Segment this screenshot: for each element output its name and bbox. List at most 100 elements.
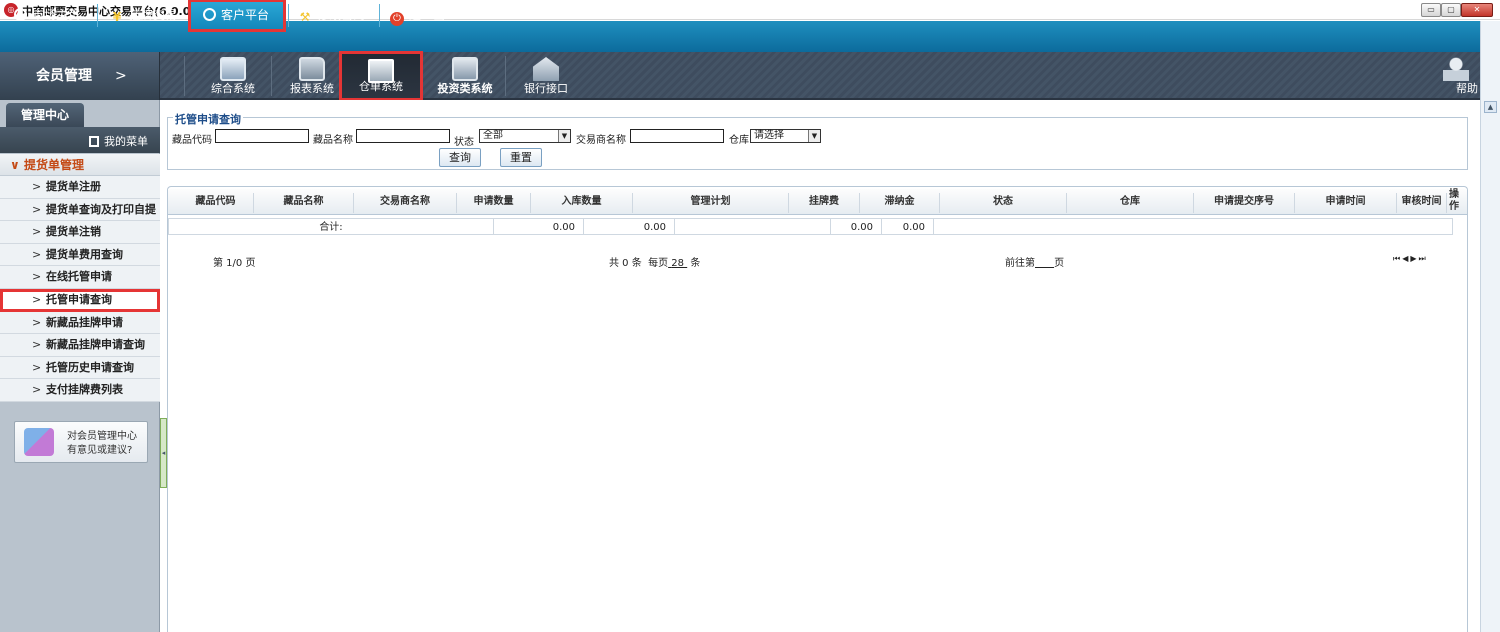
warehouse-label: 仓库 bbox=[729, 135, 749, 146]
toolbar-bank-interface-label: 银行接口 bbox=[524, 82, 568, 95]
nav-separator bbox=[379, 4, 380, 27]
summary-label: 合计: bbox=[168, 218, 494, 235]
toolbar-general-system-label: 综合系统 bbox=[211, 82, 255, 95]
stamp-name-input[interactable] bbox=[356, 129, 450, 143]
bank-icon bbox=[533, 57, 559, 81]
pager-nav-buttons[interactable]: ⏮◀▶⏭ bbox=[1393, 254, 1428, 264]
nav-client-platform[interactable]: 客户平台 bbox=[188, 0, 286, 32]
sidebar-item-listing-fee-payment-list[interactable]: > 支付挂牌费列表 bbox=[0, 379, 160, 402]
refresh-circle-icon bbox=[14, 8, 27, 21]
trader-name-input[interactable] bbox=[630, 129, 724, 143]
sidebar-item-delivery-register[interactable]: > 提货单注册 bbox=[0, 176, 160, 199]
stamp-code-input[interactable] bbox=[215, 129, 309, 143]
toolbar-investment-system[interactable]: 投资类系统 bbox=[430, 52, 500, 100]
sidebar-item-delivery-query-print[interactable]: > 提货单查询及打印自提 bbox=[0, 198, 160, 222]
toolbar-bank-interface[interactable]: 银行接口 bbox=[513, 52, 579, 100]
toolbar-separator bbox=[505, 56, 506, 96]
summary-plan-cell bbox=[675, 218, 831, 235]
nav-separator bbox=[288, 4, 289, 27]
sidebar-item-label: 托管历史申请查询 bbox=[46, 360, 134, 374]
query-fieldset bbox=[167, 117, 1468, 170]
toolbar-warehouse-receipt-system[interactable]: 仓单系统 bbox=[339, 51, 423, 101]
nav-change-password[interactable]: ⚒ 修改密码 bbox=[292, 0, 378, 31]
chevron-right-icon: > bbox=[32, 270, 42, 284]
sidebar-item-new-listing-apply-query[interactable]: > 新藏品挂牌申请查询 bbox=[0, 334, 160, 357]
nav-listing-trade[interactable]: ¥ 挂牌交易 bbox=[104, 0, 184, 31]
member-management-title[interactable]: 会员管理 > bbox=[0, 52, 160, 100]
toolbar-warehouse-receipt-system-label: 仓单系统 bbox=[359, 80, 403, 93]
chevron-right-icon: > bbox=[32, 338, 42, 352]
reset-button[interactable]: 重置 bbox=[500, 148, 542, 167]
close-button[interactable]: ✕ bbox=[1461, 3, 1493, 17]
column-header-apply-qty[interactable]: 申请数量 bbox=[457, 193, 531, 213]
my-menu-label: 我的菜单 bbox=[104, 135, 148, 148]
chevron-right-icon: > bbox=[32, 292, 42, 306]
minimize-button[interactable]: ▭ bbox=[1421, 3, 1441, 17]
nav-market-home-label: 市场主页 bbox=[32, 8, 81, 22]
search-button[interactable]: 查询 bbox=[439, 148, 481, 167]
nav-market-home[interactable]: 市场主页 bbox=[8, 0, 96, 31]
column-header-review-time[interactable]: 审核时间 bbox=[1397, 193, 1447, 213]
sidebar-item-online-custody-apply[interactable]: > 在线托管申请 bbox=[0, 266, 160, 289]
column-header-stock-qty[interactable]: 入库数量 bbox=[531, 193, 633, 213]
per-page-input[interactable]: 28 bbox=[668, 258, 687, 269]
sidebar-item-label: 提货单注销 bbox=[46, 225, 101, 239]
scroll-up-button[interactable]: ▲ bbox=[1484, 101, 1497, 113]
sidebar-item-delivery-cancel[interactable]: > 提货单注销 bbox=[0, 221, 160, 244]
sidebar-item-delivery-fee-query[interactable]: > 提货单费用查询 bbox=[0, 243, 160, 267]
column-header-apply-time[interactable]: 申请时间 bbox=[1295, 193, 1397, 213]
status-label: 状态 bbox=[454, 137, 474, 148]
sidebar-item-label: 在线托管申请 bbox=[46, 270, 112, 284]
chevron-down-icon: ▼ bbox=[558, 130, 570, 142]
column-header-stamp-name[interactable]: 藏品名称 bbox=[254, 193, 354, 213]
user-help-icon bbox=[1443, 57, 1469, 81]
status-select-value: 全部 bbox=[483, 130, 503, 141]
sidebar-item-label: 支付挂牌费列表 bbox=[46, 383, 123, 397]
toolbar-help[interactable]: 帮助 bbox=[1424, 52, 1480, 100]
maximize-button[interactable]: ▢ bbox=[1441, 3, 1461, 17]
vertical-scrollbar[interactable]: ▲ bbox=[1480, 21, 1500, 632]
sidebar-item-custody-history-query[interactable]: > 托管历史申请查询 bbox=[0, 356, 160, 380]
chevron-down-icon: ∨ bbox=[10, 158, 20, 172]
power-icon: ⏻ bbox=[390, 12, 404, 26]
sidebar-item-new-listing-apply[interactable]: > 新藏品挂牌申请 bbox=[0, 311, 160, 335]
sidebar-tab-management-center[interactable]: 管理中心 bbox=[6, 103, 84, 127]
sidebar-menu-list: > 提货单注册 > 提货单查询及打印自提 > 提货单注销 > 提货单费用查询 > 在线托管… bbox=[0, 176, 160, 402]
feedback-button[interactable]: 对会员管理中心 有意见或建议? bbox=[14, 421, 148, 463]
status-select[interactable]: 全部 ▼ bbox=[479, 129, 571, 143]
sidebar-item-custody-apply-query[interactable]: > 托管申请查询 bbox=[0, 288, 160, 312]
toolbar-general-system[interactable]: 综合系统 bbox=[200, 52, 266, 100]
folder-icon bbox=[299, 57, 325, 81]
chevron-right-icon: > bbox=[32, 315, 42, 329]
toolbar-report-system[interactable]: 报表系统 bbox=[280, 52, 344, 100]
sidebar-item-label: 提货单费用查询 bbox=[46, 247, 123, 261]
sidebar-menu-bar: 我的菜单 bbox=[0, 127, 160, 153]
nav-client-platform-label: 客户平台 bbox=[221, 8, 270, 22]
column-header-listing-fee[interactable]: 挂牌费 bbox=[789, 193, 860, 213]
nav-exit[interactable]: ⏻ 退 出 bbox=[384, 0, 474, 31]
toolbar-report-system-label: 报表系统 bbox=[290, 82, 334, 95]
stamp-code-label: 藏品代码 bbox=[172, 135, 212, 146]
column-header-trader-name[interactable]: 交易商名称 bbox=[354, 193, 457, 213]
warehouse-select-value: 请选择 bbox=[754, 130, 784, 141]
sidebar-item-label: 提货单注册 bbox=[46, 180, 101, 193]
column-header-status[interactable]: 状态 bbox=[940, 193, 1067, 213]
column-header-late-fee[interactable]: 滞纳金 bbox=[860, 193, 940, 213]
pager-total: 共 0 条 每页 28 条 bbox=[609, 258, 701, 269]
column-header-submit-serial[interactable]: 申请提交序号 bbox=[1194, 193, 1295, 213]
goto-page-input[interactable] bbox=[1035, 258, 1054, 269]
column-header-stamp-code[interactable]: 藏品代码 bbox=[178, 193, 254, 213]
chevron-right-icon: > bbox=[32, 202, 42, 216]
sidebar-item-label: 提货单查询及打印自提 bbox=[46, 202, 156, 216]
sidebar-collapse-handle[interactable]: ◂ bbox=[160, 418, 167, 488]
my-menu-link[interactable]: 我的菜单 bbox=[89, 133, 148, 149]
column-header-operation[interactable]: 操作 bbox=[1447, 189, 1461, 215]
chevron-right-icon: > bbox=[32, 180, 42, 193]
chevron-down-icon: ▼ bbox=[808, 130, 820, 142]
column-header-management-plan[interactable]: 管理计划 bbox=[633, 193, 789, 213]
sidebar-group-delivery-management[interactable]: ∨ 提货单管理 bbox=[0, 154, 160, 176]
document-icon bbox=[452, 57, 478, 81]
column-header-warehouse[interactable]: 仓库 bbox=[1067, 193, 1194, 213]
warehouse-select[interactable]: 请选择 ▼ bbox=[750, 129, 821, 143]
menu-doc-icon bbox=[89, 136, 99, 147]
